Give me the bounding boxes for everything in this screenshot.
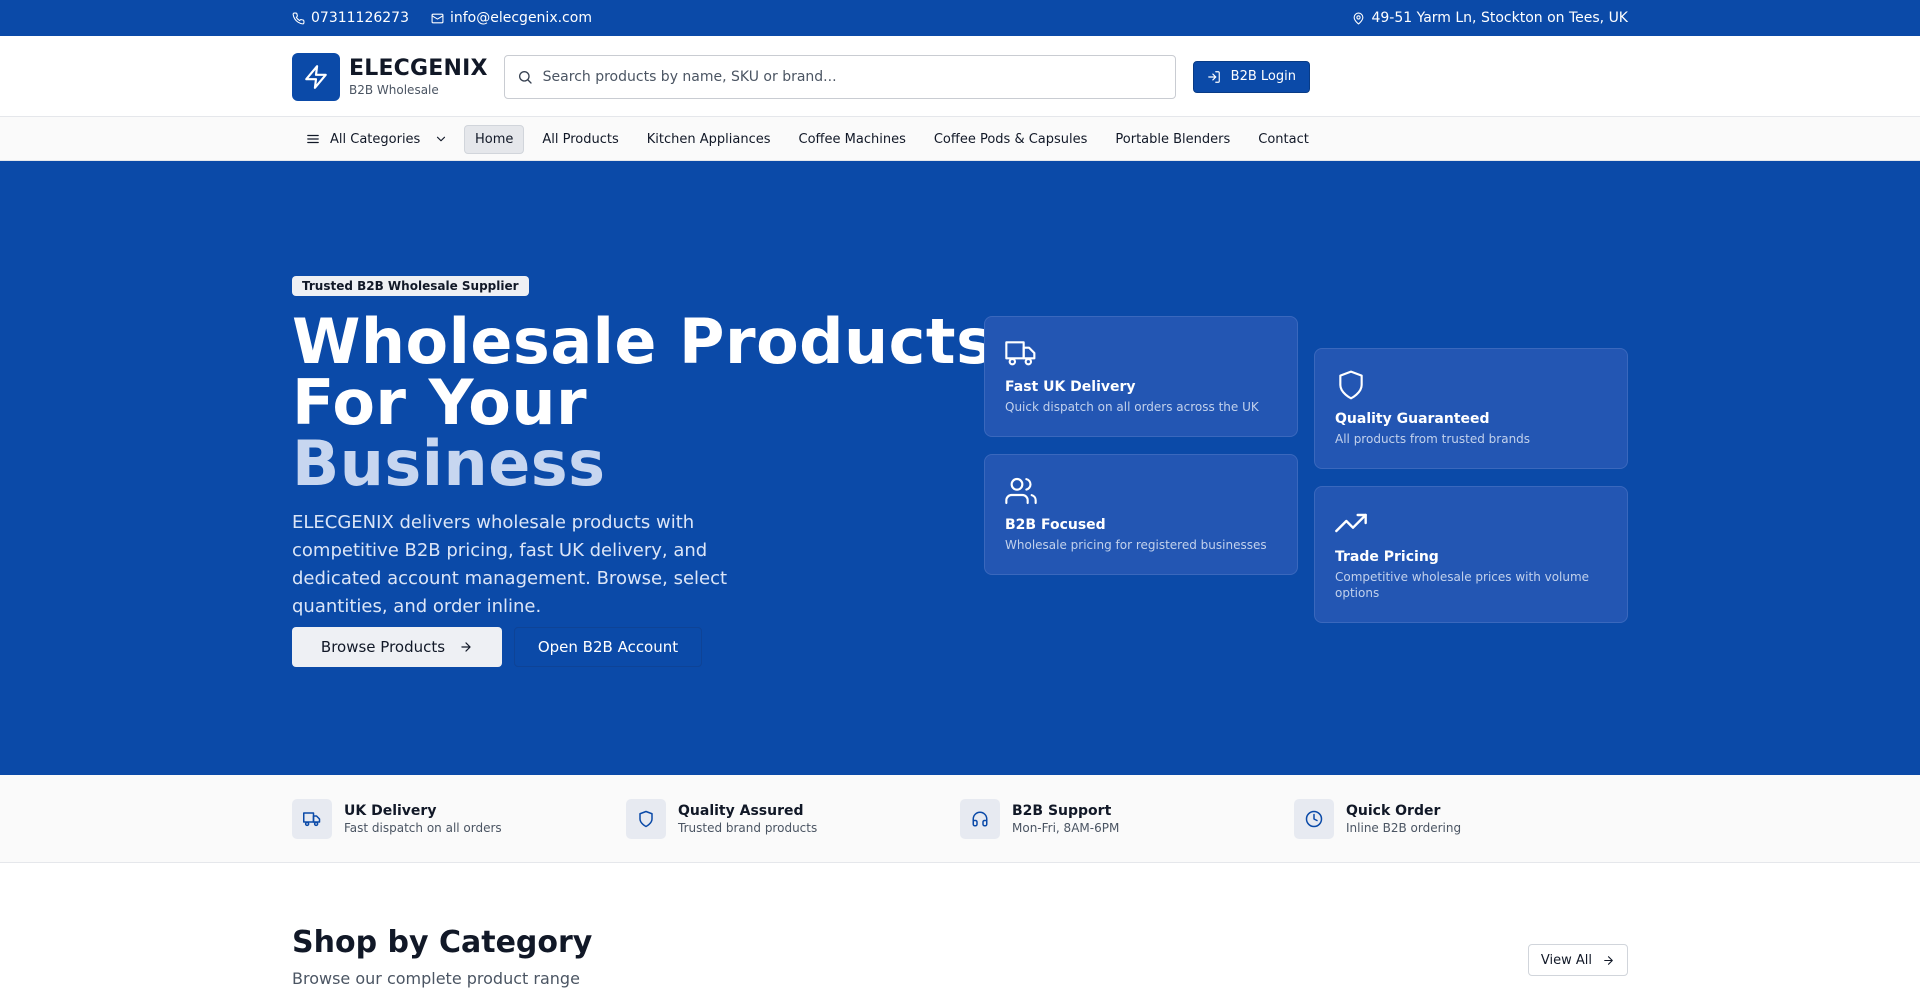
strip-icon-box xyxy=(960,799,1000,839)
feature-title: Fast UK Delivery xyxy=(1005,379,1136,395)
truck-icon xyxy=(1005,341,1036,366)
all-categories-label: All Categories xyxy=(330,131,421,147)
nav-kitchen-appliances[interactable]: Kitchen Appliances xyxy=(637,126,781,153)
trust-strip: UK Delivery Fast dispatch on all orders … xyxy=(0,775,1920,863)
view-all-button[interactable]: View All xyxy=(1527,944,1628,976)
hero-title-line-3: Business xyxy=(292,427,606,500)
strip-item-quality-assured: Quality Assured Trusted brand products xyxy=(626,799,960,839)
trusted-badge: Trusted B2B Wholesale Supplier xyxy=(292,276,529,296)
feature-title: Quality Guaranteed xyxy=(1335,411,1490,427)
b2b-login-button[interactable]: B2B Login xyxy=(1192,60,1310,93)
open-b2b-account-button[interactable]: Open B2B Account xyxy=(514,627,702,667)
shield-icon xyxy=(1339,370,1363,400)
hero-section: Trusted B2B Wholesale Supplier Wholesale… xyxy=(0,161,1920,775)
strip-subtitle: Mon-Fri, 8AM-6PM xyxy=(1012,821,1120,835)
lightning-icon xyxy=(305,64,327,89)
hero-title-line-1: Wholesale Products xyxy=(292,305,994,378)
browse-products-button[interactable]: Browse Products xyxy=(292,627,502,667)
search-icon xyxy=(518,70,532,84)
strip-item-uk-delivery: UK Delivery Fast dispatch on all orders xyxy=(292,799,626,839)
truck-icon xyxy=(303,812,321,827)
hero-title-line-2: For Your xyxy=(292,366,588,439)
nav-coffee-machines[interactable]: Coffee Machines xyxy=(789,126,916,153)
view-all-label: View All xyxy=(1540,952,1592,968)
trending-up-icon xyxy=(1335,513,1367,533)
feature-card-quality: Quality Guaranteed All products from tru… xyxy=(1314,348,1628,469)
strip-title: UK Delivery xyxy=(344,803,437,819)
strip-item-quick-order: Quick Order Inline B2B ordering xyxy=(1294,799,1628,839)
strip-subtitle: Fast dispatch on all orders xyxy=(344,821,502,835)
strip-icon-box xyxy=(1294,799,1334,839)
browse-products-label: Browse Products xyxy=(320,638,446,656)
feature-title: Trade Pricing xyxy=(1335,549,1439,565)
logo[interactable] xyxy=(292,52,340,101)
search-bar[interactable] xyxy=(503,54,1176,99)
feature-card-trade-pricing: Trade Pricing Competitive wholesale pric… xyxy=(1314,486,1628,623)
headphones-icon xyxy=(972,811,988,827)
strip-title: Quick Order xyxy=(1346,803,1441,819)
feature-desc: All products from trusted brands xyxy=(1335,432,1531,446)
nav-all-products[interactable]: All Products xyxy=(532,126,628,153)
b2b-login-label: B2B Login xyxy=(1230,69,1296,84)
email-contact[interactable]: info@elecgenix.com xyxy=(431,10,592,26)
hero-title: Wholesale Products For Your Business xyxy=(292,305,994,500)
strip-subtitle: Inline B2B ordering xyxy=(1346,821,1462,835)
strip-item-b2b-support: B2B Support Mon-Fri, 8AM-6PM xyxy=(960,799,1294,839)
category-section: Shop by Category Browse our complete pro… xyxy=(0,863,1920,993)
brand-name: ELECGENIX xyxy=(349,55,488,81)
nav-coffee-pods[interactable]: Coffee Pods & Capsules xyxy=(924,126,1098,153)
address-contact: 49-51 Yarm Ln, Stockton on Tees, UK xyxy=(1352,10,1628,26)
feature-title: B2B Focused xyxy=(1005,517,1106,533)
feature-desc: Competitive wholesale prices with volume… xyxy=(1335,570,1590,600)
category-section-title: Shop by Category xyxy=(292,925,593,960)
strip-title: B2B Support xyxy=(1012,803,1112,819)
feature-desc: Wholesale pricing for registered busines… xyxy=(1005,538,1267,552)
strip-icon-box xyxy=(292,799,332,839)
address-text: 49-51 Yarm Ln, Stockton on Tees, UK xyxy=(1371,10,1628,26)
log-in-icon xyxy=(1207,70,1220,83)
hero-description: ELECGENIX delivers wholesale products wi… xyxy=(292,512,728,617)
top-contact-bar: 07311126273 info@elecgenix.com 49-51 Yar… xyxy=(0,0,1920,36)
brand-block[interactable]: ELECGENIX B2B Wholesale xyxy=(349,56,488,98)
clock-icon xyxy=(1305,810,1323,828)
strip-icon-box xyxy=(626,799,666,839)
brand-tagline: B2B Wholesale xyxy=(349,82,439,97)
users-icon xyxy=(1005,477,1037,505)
site-header: ELECGENIX B2B Wholesale B2B Login xyxy=(0,36,1920,117)
nav-portable-blenders[interactable]: Portable Blenders xyxy=(1105,126,1240,153)
arrow-right-icon xyxy=(461,642,471,652)
strip-subtitle: Trusted brand products xyxy=(678,821,818,835)
main-nav: All Categories Home All Products Kitchen… xyxy=(0,117,1920,161)
feature-card-fast-delivery: Fast UK Delivery Quick dispatch on all o… xyxy=(984,316,1298,437)
mail-icon xyxy=(431,13,444,23)
email-address: info@elecgenix.com xyxy=(449,10,592,26)
menu-icon xyxy=(307,134,319,144)
strip-title: Quality Assured xyxy=(678,803,804,819)
nav-contact[interactable]: Contact xyxy=(1248,126,1319,153)
arrow-right-icon xyxy=(1604,955,1613,965)
open-b2b-account-label: Open B2B Account xyxy=(537,638,679,656)
search-input[interactable] xyxy=(542,68,1143,85)
all-categories-dropdown[interactable]: All Categories xyxy=(292,132,464,147)
feature-desc: Quick dispatch on all orders across the … xyxy=(1005,400,1259,414)
phone-contact[interactable]: 07311126273 xyxy=(292,10,409,26)
nav-home[interactable]: Home xyxy=(464,124,525,154)
category-section-subtitle: Browse our complete product range xyxy=(292,969,580,988)
phone-icon xyxy=(292,12,305,24)
shield-icon xyxy=(639,810,653,828)
map-pin-icon xyxy=(1354,12,1364,24)
feature-card-b2b-focused: B2B Focused Wholesale pricing for regist… xyxy=(984,454,1298,575)
chevron-down-icon xyxy=(437,136,446,142)
phone-number: 07311126273 xyxy=(311,10,409,26)
